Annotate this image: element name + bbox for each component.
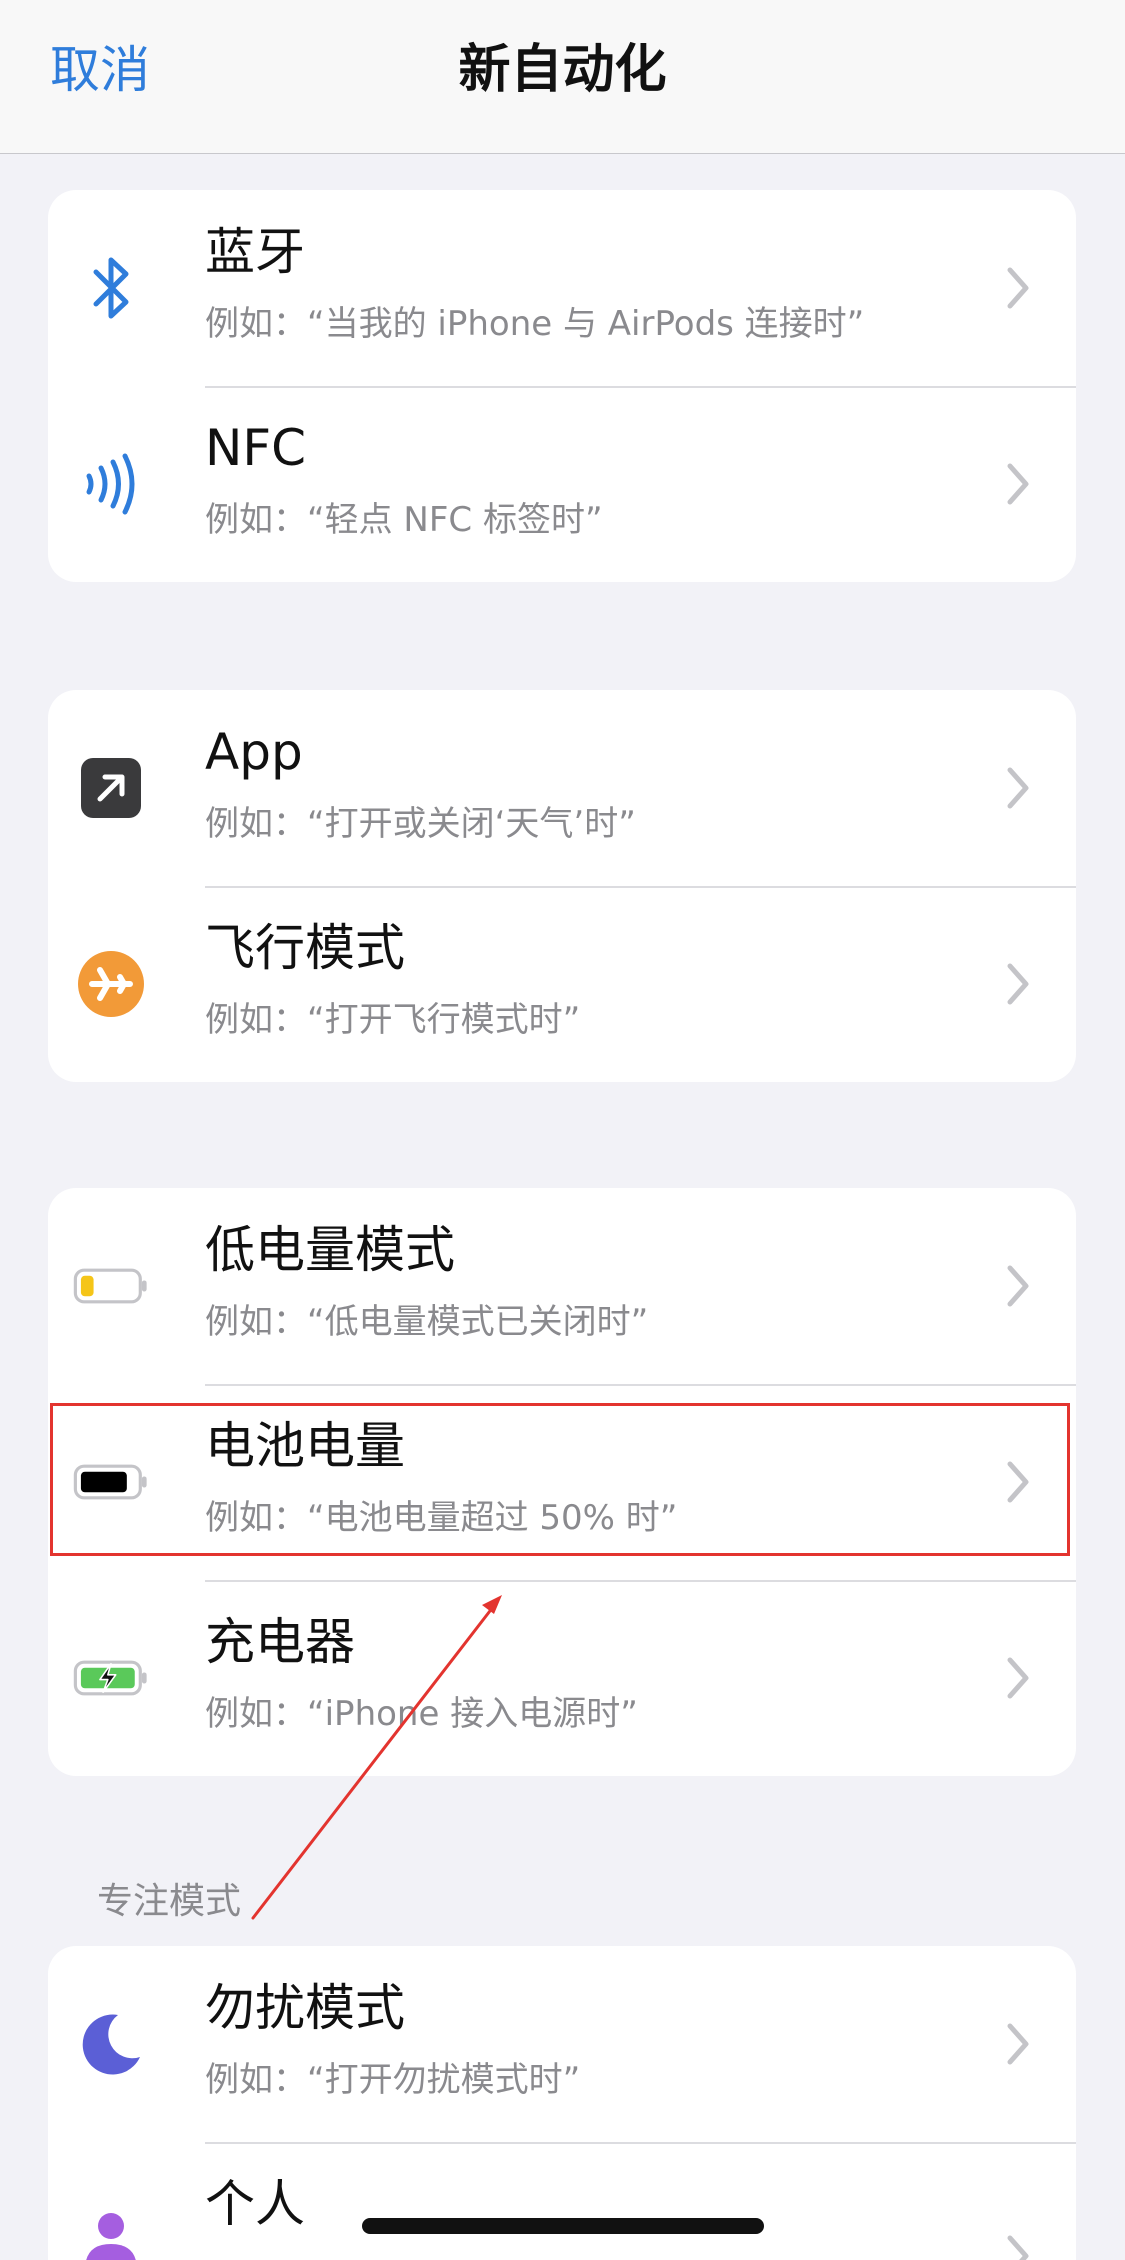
trigger-title: 勿扰模式 <box>205 1979 405 2037</box>
highlight-box-annotation <box>50 1403 1070 1556</box>
trigger-example: 例如：“低电量模式已关闭时” <box>205 1302 649 1342</box>
trigger-title: App <box>205 723 303 781</box>
nfc-icon <box>73 450 149 518</box>
trigger-example: 例如：“打开勿扰模式时” <box>205 2060 581 2100</box>
chevron-right-icon <box>1007 2023 1029 2065</box>
trigger-title: 个人 <box>205 2175 305 2233</box>
trigger-group-apps: App 例如：“打开或关闭‘天气’时” 飞行模式 例如：“打开飞行模式时” <box>48 690 1076 1082</box>
trigger-row-airplane-mode[interactable]: 飞行模式 例如：“打开飞行模式时” <box>48 886 1076 1082</box>
chevron-right-icon <box>1007 2235 1029 2260</box>
trigger-title: 蓝牙 <box>205 223 305 281</box>
trigger-example: 例如：“轻点 NFC 标签时” <box>205 500 603 540</box>
chevron-right-icon <box>1007 267 1029 309</box>
person-icon <box>73 2206 149 2260</box>
trigger-example: 例如：“当我的 iPhone 与 AirPods 连接时” <box>205 304 865 344</box>
trigger-example: 例如：“打开或关闭‘天气’时” <box>205 804 636 844</box>
trigger-title: 低电量模式 <box>205 1221 455 1279</box>
chevron-right-icon <box>1007 767 1029 809</box>
trigger-row-do-not-disturb[interactable]: 勿扰模式 例如：“打开勿扰模式时” <box>48 1946 1076 2142</box>
home-indicator[interactable] <box>362 2218 764 2234</box>
chevron-right-icon <box>1007 963 1029 1005</box>
app-arrow-icon <box>73 754 149 822</box>
trigger-example: 例如：“iPhone 接入电源时” <box>205 1694 638 1734</box>
airplane-icon <box>73 950 149 1018</box>
section-header-focus: 专注模式 <box>97 1881 242 1922</box>
bluetooth-icon <box>73 254 149 322</box>
trigger-row-nfc[interactable]: NFC 例如：“轻点 NFC 标签时” <box>48 386 1076 582</box>
page-title: 新自动化 <box>458 40 667 100</box>
trigger-row-app[interactable]: App 例如：“打开或关闭‘天气’时” <box>48 690 1076 886</box>
charging-battery-icon <box>73 1644 149 1712</box>
trigger-row-personal[interactable]: 个人 <box>48 2142 1076 2260</box>
trigger-title: NFC <box>205 419 307 477</box>
trigger-group-connectivity: 蓝牙 例如：“当我的 iPhone 与 AirPods 连接时” NFC 例如：… <box>48 190 1076 582</box>
trigger-example: 例如：“打开飞行模式时” <box>205 1000 581 1040</box>
low-battery-icon <box>73 1252 149 1320</box>
trigger-title: 充电器 <box>205 1613 355 1671</box>
chevron-right-icon <box>1007 1265 1029 1307</box>
chevron-right-icon <box>1007 463 1029 505</box>
trigger-row-charger[interactable]: 充电器 例如：“iPhone 接入电源时” <box>48 1580 1076 1776</box>
trigger-row-bluetooth[interactable]: 蓝牙 例如：“当我的 iPhone 与 AirPods 连接时” <box>48 190 1076 386</box>
trigger-row-low-power-mode[interactable]: 低电量模式 例如：“低电量模式已关闭时” <box>48 1188 1076 1384</box>
moon-icon <box>73 2010 149 2078</box>
navigation-bar: 取消 新自动化 <box>0 0 1125 154</box>
chevron-right-icon <box>1007 1657 1029 1699</box>
trigger-group-focus: 勿扰模式 例如：“打开勿扰模式时” 个人 <box>48 1946 1076 2260</box>
trigger-title: 飞行模式 <box>205 919 405 977</box>
